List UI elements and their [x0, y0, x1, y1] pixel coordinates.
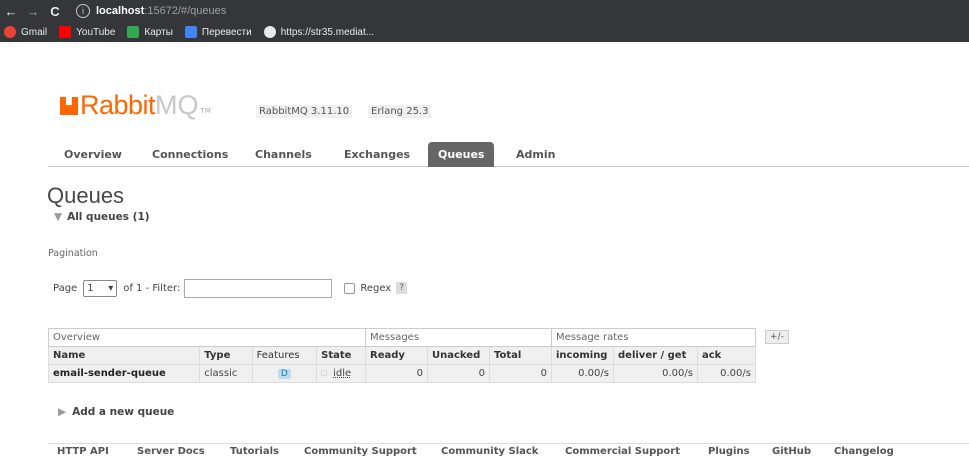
group-overview: Overview: [48, 328, 366, 347]
col-type[interactable]: Type: [199, 346, 253, 365]
logo-text-rabbit: Rabbit: [80, 90, 156, 120]
table-row[interactable]: email-sender-queue classic D idle 0 0 0 …: [47, 364, 756, 383]
queue-state: idle: [316, 364, 366, 383]
filter-label: of 1 - Filter:: [123, 282, 181, 294]
url-field[interactable]: localhost:15672/#/queues: [96, 5, 226, 17]
group-messages: Messages: [365, 328, 552, 347]
add-queue-toggle[interactable]: ▶ Add a new queue: [58, 406, 174, 418]
rabbitmq-version: RabbitMQ 3.11.10: [256, 105, 353, 118]
page-select[interactable]: 1 ▾: [83, 279, 118, 297]
footer-link-tutorials[interactable]: Tutorials: [230, 446, 279, 457]
youtube-icon: [59, 26, 72, 38]
footer-link-community-slack[interactable]: Community Slack: [441, 446, 538, 457]
tab-connections[interactable]: Connections: [152, 144, 228, 167]
column-toggle-button[interactable]: +/-: [765, 330, 789, 344]
footer-link-plugins[interactable]: Plugins: [708, 446, 750, 457]
browser-address-bar: ← → C i localhost:15672/#/queues: [0, 0, 969, 22]
pagination-label: Pagination: [48, 248, 98, 259]
section-title: All queues (1): [67, 211, 150, 223]
tab-exchanges[interactable]: Exchanges: [344, 144, 410, 167]
queue-features: D: [251, 364, 318, 383]
rabbit-logo-icon: [60, 97, 78, 115]
footer-link-server-docs[interactable]: Server Docs: [137, 446, 205, 457]
reload-icon[interactable]: C: [44, 4, 66, 19]
page-label: Page: [53, 282, 78, 294]
col-incoming[interactable]: incoming: [551, 346, 614, 365]
site-info-icon[interactable]: i: [76, 4, 90, 18]
tab-channels[interactable]: Channels: [255, 144, 312, 167]
queues-table: Overview Messages Message rates Name Typ…: [47, 328, 756, 383]
erlang-version: Erlang 25.3: [368, 105, 432, 118]
tab-overview[interactable]: Overview: [64, 144, 122, 167]
queue-total: 0: [489, 364, 552, 383]
col-deliver-get[interactable]: deliver / get: [613, 346, 698, 365]
expand-arrow-icon: ▶: [58, 406, 67, 418]
bookmark-youtube[interactable]: YouTube: [59, 26, 115, 38]
page-select-value: 1: [87, 282, 94, 294]
state-text: idle: [333, 368, 352, 379]
logo-text-mq: MQ: [155, 90, 199, 120]
collapse-arrow-icon: ▼: [54, 211, 63, 223]
queue-unacked: 0: [427, 364, 490, 383]
filter-input[interactable]: [184, 278, 333, 298]
add-queue-label: Add a new queue: [72, 406, 175, 418]
footer-link-community-support[interactable]: Community Support: [304, 446, 417, 457]
translate-icon: [184, 26, 197, 38]
logo-trademark: TM: [200, 107, 211, 115]
col-name[interactable]: Name: [47, 346, 201, 365]
footer-link-commercial-support[interactable]: Commercial Support: [565, 446, 680, 457]
queue-incoming: 0.00/s: [551, 364, 614, 383]
col-features[interactable]: Features: [251, 346, 318, 365]
footer: HTTP API Server Docs Tutorials Community…: [48, 443, 969, 457]
col-ack[interactable]: ack: [697, 346, 756, 365]
footer-link-http-api[interactable]: HTTP API: [57, 446, 109, 457]
bookmark-translate[interactable]: Перевести: [184, 26, 252, 38]
footer-link-github[interactable]: GitHub: [772, 446, 811, 457]
col-ready[interactable]: Ready: [365, 346, 428, 365]
col-state[interactable]: State: [316, 346, 366, 365]
queue-deliver-get: 0.00/s: [613, 364, 698, 383]
queue-ack: 0.00/s: [697, 364, 756, 383]
queue-type: classic: [199, 364, 253, 383]
col-total[interactable]: Total: [489, 346, 552, 365]
page-title: Queues: [47, 183, 125, 208]
main-tabs: Overview Connections Channels Exchanges …: [48, 140, 969, 167]
back-icon[interactable]: ←: [0, 4, 22, 19]
footer-link-changelog[interactable]: Changelog: [834, 446, 894, 457]
col-unacked[interactable]: Unacked: [427, 346, 490, 365]
queue-name-link[interactable]: email-sender-queue: [47, 364, 201, 383]
rabbitmq-logo[interactable]: Rabbit MQ TM: [60, 88, 211, 120]
regex-help-button[interactable]: ?: [396, 282, 408, 294]
gmail-icon: [4, 26, 16, 38]
queue-ready: 0: [365, 364, 428, 383]
pagination-controls: Page 1 ▾ of 1 - Filter: Regex ?: [53, 278, 408, 298]
bookmark-gmail[interactable]: Gmail: [4, 26, 47, 38]
group-message-rates: Message rates: [551, 328, 756, 347]
maps-icon: [127, 26, 140, 38]
regex-checkbox[interactable]: [344, 282, 356, 294]
tab-admin[interactable]: Admin: [516, 144, 555, 167]
bookmarks-bar: Gmail YouTube Карты Перевести https://st…: [0, 22, 969, 42]
tab-queues[interactable]: Queues: [428, 142, 495, 167]
forward-icon[interactable]: →: [22, 4, 44, 19]
all-queues-toggle[interactable]: ▼ All queues (1): [54, 211, 150, 223]
bookmark-link[interactable]: https://str35.mediat...: [263, 26, 374, 38]
durable-badge: D: [277, 369, 291, 379]
regex-label: Regex: [360, 282, 392, 294]
globe-icon: [263, 26, 276, 38]
state-indicator-icon: [321, 370, 328, 376]
bookmark-maps[interactable]: Карты: [127, 26, 173, 38]
chevron-down-icon: ▾: [108, 282, 114, 294]
